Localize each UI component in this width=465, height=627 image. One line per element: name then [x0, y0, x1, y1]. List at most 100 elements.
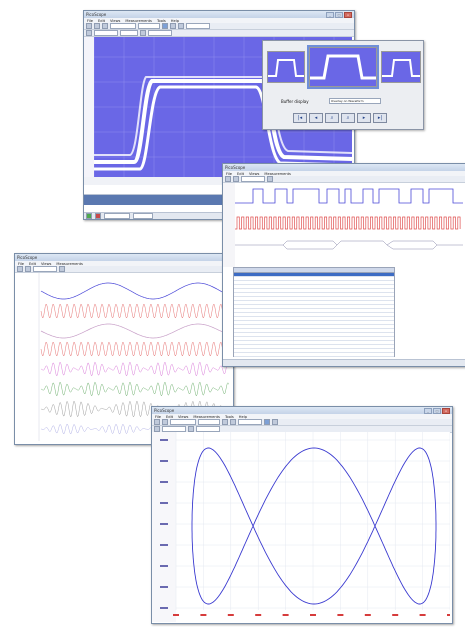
menu-file[interactable]: File: [226, 172, 232, 176]
play-icon[interactable]: [86, 213, 92, 219]
menu-tools[interactable]: Tools: [157, 19, 166, 23]
trigger-level[interactable]: [133, 213, 153, 219]
table-cell: [314, 329, 334, 332]
channel-a-range[interactable]: [94, 30, 118, 36]
first-buffer-button[interactable]: |◂: [293, 113, 307, 123]
buffer-thumbnail-selected[interactable]: [307, 45, 379, 89]
zoom-icon[interactable]: ⌕: [325, 113, 339, 123]
menu-tools[interactable]: Tools: [225, 415, 234, 419]
table-cell: [374, 345, 394, 348]
close-button[interactable]: x: [344, 11, 352, 18]
maximize-button[interactable]: □: [335, 11, 343, 18]
pan-icon[interactable]: [264, 419, 270, 425]
table-cell: [354, 333, 374, 336]
table-cell: [274, 293, 294, 296]
open-icon[interactable]: [225, 176, 231, 182]
zoom-in-icon[interactable]: [162, 23, 168, 29]
status-bar: [223, 359, 465, 366]
menu-views[interactable]: Views: [178, 415, 188, 419]
menu-file[interactable]: File: [87, 19, 93, 23]
table-cell: [254, 313, 274, 316]
menu-measurements[interactable]: Measurements: [193, 415, 220, 419]
table-cell: [274, 289, 294, 292]
timebase-select[interactable]: [241, 176, 265, 182]
table-cell: [234, 337, 254, 340]
minimize-button[interactable]: _: [326, 11, 334, 18]
zoom-in-icon[interactable]: [267, 176, 273, 182]
table-cell: [274, 301, 294, 304]
save-icon[interactable]: [162, 419, 168, 425]
table-cell: [254, 349, 274, 352]
table-cell: [354, 329, 374, 332]
table-cell: [274, 321, 294, 324]
samples-select[interactable]: [138, 23, 160, 29]
menu-views[interactable]: Views: [41, 262, 51, 266]
menu-file[interactable]: File: [155, 415, 161, 419]
zoom-icon[interactable]: [272, 419, 278, 425]
xy-scope-view[interactable]: [152, 432, 450, 622]
table-cell: [334, 329, 354, 332]
table-cell: [354, 301, 374, 304]
buffer-thumbnail[interactable]: [267, 51, 305, 83]
zoom-in-icon[interactable]: [222, 419, 228, 425]
next-icon[interactable]: ▸: [357, 113, 371, 123]
channel-a-icon[interactable]: [86, 30, 92, 36]
table-cell: [314, 297, 334, 300]
zoom-out-icon[interactable]: [230, 419, 236, 425]
table-cell: [374, 325, 394, 328]
trigger-mode[interactable]: [104, 213, 130, 219]
zoom-in-icon[interactable]: [59, 266, 65, 272]
menu-measurements[interactable]: Measurements: [125, 19, 152, 23]
menu-views[interactable]: Views: [110, 19, 120, 23]
table-cell: [234, 285, 254, 288]
prev-icon[interactable]: ◂: [309, 113, 323, 123]
last-buffer-button[interactable]: ▸|: [373, 113, 387, 123]
trigger-select[interactable]: [186, 23, 210, 29]
channel-b-icon[interactable]: [140, 30, 146, 36]
menu-measurements[interactable]: Measurements: [56, 262, 83, 266]
channel-b-range[interactable]: [148, 30, 172, 36]
trigger-select[interactable]: [238, 419, 262, 425]
save-icon[interactable]: [233, 176, 239, 182]
menu-measurements[interactable]: Measurements: [264, 172, 291, 176]
open-icon[interactable]: [154, 419, 160, 425]
minimize-button[interactable]: _: [424, 407, 432, 414]
menu-edit[interactable]: Edit: [237, 172, 244, 176]
menu-views[interactable]: Views: [249, 172, 259, 176]
menu-edit[interactable]: Edit: [166, 415, 173, 419]
timebase-select[interactable]: [170, 419, 196, 425]
decode-table[interactable]: [233, 267, 395, 361]
buffer-thumbnail[interactable]: [381, 51, 421, 83]
menu-edit[interactable]: Edit: [98, 19, 105, 23]
stop-icon[interactable]: [95, 213, 101, 219]
table-cell: [234, 305, 254, 308]
table-cell: [234, 281, 254, 284]
menu-help[interactable]: Help: [239, 415, 247, 419]
table-cell: [254, 301, 274, 304]
timebase-select[interactable]: [33, 266, 57, 272]
y-tick-label: [160, 523, 168, 525]
samples-select[interactable]: [198, 419, 220, 425]
table-cell: [294, 309, 314, 312]
save-icon[interactable]: [94, 23, 100, 29]
close-button[interactable]: x: [442, 407, 450, 414]
table-cell: [354, 321, 374, 324]
window-title: PicoScope: [86, 12, 107, 17]
menu-edit[interactable]: Edit: [29, 262, 36, 266]
buffer-display-select[interactable]: Overlay on Waveform: [329, 98, 381, 104]
zoom-icon[interactable]: ⌕: [341, 113, 355, 123]
menu-help[interactable]: Help: [171, 19, 179, 23]
table-cell: [294, 289, 314, 292]
channel-a-coupling[interactable]: [120, 30, 138, 36]
open-icon[interactable]: [17, 266, 23, 272]
pan-icon[interactable]: [178, 23, 184, 29]
menu-file[interactable]: File: [18, 262, 24, 266]
maximize-button[interactable]: □: [433, 407, 441, 414]
open-icon[interactable]: [86, 23, 92, 29]
table-cell: [354, 289, 374, 292]
serial-scope-view[interactable]: [223, 183, 463, 267]
save-icon[interactable]: [25, 266, 31, 272]
zoom-out-icon[interactable]: [170, 23, 176, 29]
timebase-select[interactable]: [110, 23, 136, 29]
print-icon[interactable]: [102, 23, 108, 29]
